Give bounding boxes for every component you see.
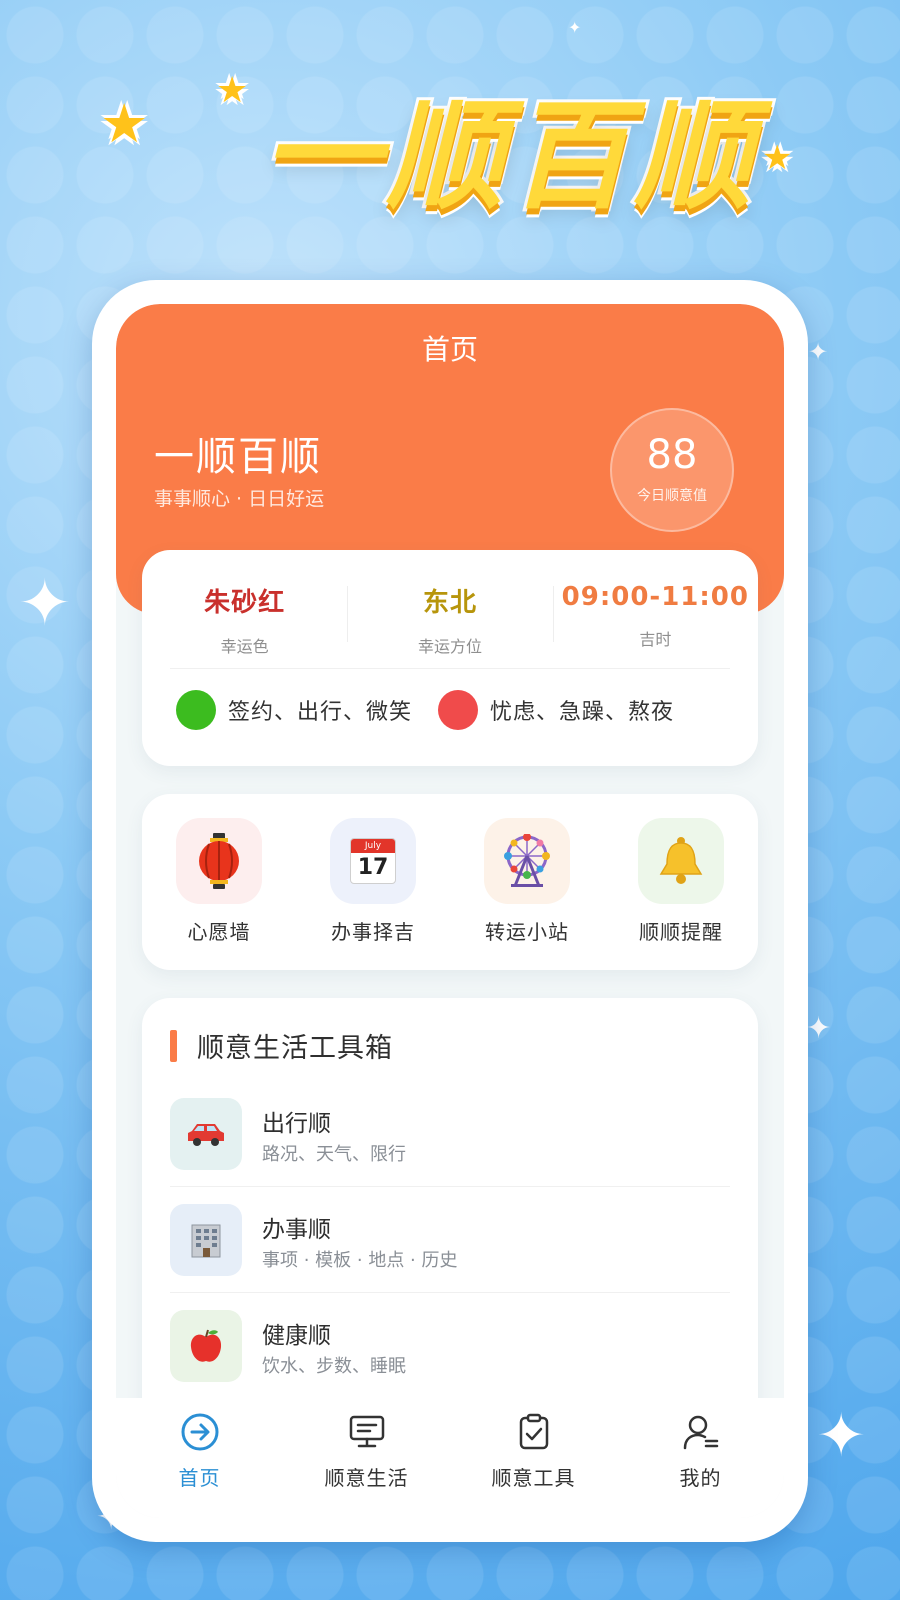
- ferris-wheel-icon: [484, 818, 570, 904]
- sparkle-icon: ✦: [18, 567, 72, 641]
- divider: [170, 668, 730, 669]
- tab-tools[interactable]: 顺意工具: [450, 1410, 617, 1518]
- monitor-icon: [345, 1410, 389, 1454]
- clipboard-check-icon: [512, 1410, 556, 1454]
- quick-label: 办事择吉: [331, 920, 415, 944]
- tab-label: 顺意工具: [491, 1466, 576, 1490]
- calendar-month: July: [351, 839, 395, 853]
- lucky-color: 朱砂红 幸运色: [142, 582, 347, 656]
- score-badge[interactable]: 88 今日顺意值: [610, 408, 734, 532]
- do-dont-row: 签约、出行、微笑 忧虑、急躁、熬夜: [176, 690, 700, 730]
- app-title: 一顺百顺: [154, 434, 322, 480]
- phone-frame: 首页 一顺百顺 事事顺心 · 日日好运 88 今日顺意值 朱砂红 幸运色 东北 …: [92, 280, 808, 1542]
- quick-label: 顺顺提醒: [639, 920, 723, 944]
- sparkle-icon: ✦: [808, 338, 829, 366]
- tab-label: 顺意生活: [324, 1466, 409, 1490]
- tool-name: 出行顺: [262, 1111, 331, 1137]
- bottom-tab-bar: 首页 顺意生活 顺意工具 我的: [116, 1398, 784, 1518]
- quick-label: 转运小站: [485, 920, 569, 944]
- toolbox-card: 顺意生活工具箱 出行顺 路况、天气、限行 办事顺 事项 · 模板 · 地点 · …: [142, 998, 758, 1438]
- quick-label: 心愿墙: [187, 920, 251, 944]
- tool-item-health[interactable]: 健康顺 饮水、步数、睡眠: [170, 1310, 730, 1410]
- office-building-icon: [170, 1204, 242, 1276]
- tool-desc: 路况、天气、限行: [262, 1144, 406, 1165]
- divider: [170, 1186, 730, 1187]
- calendar-icon: July 17: [330, 818, 416, 904]
- calendar-sheet: July 17: [350, 838, 396, 884]
- quick-reminder[interactable]: 顺顺提醒: [604, 818, 758, 970]
- calendar-day: 17: [357, 855, 389, 880]
- tab-life[interactable]: 顺意生活: [283, 1410, 450, 1518]
- score-value: 88: [646, 432, 698, 478]
- star-icon: ★: [100, 92, 149, 155]
- tool-desc: 饮水、步数、睡眠: [262, 1356, 406, 1377]
- tool-name: 办事顺: [262, 1217, 331, 1243]
- luck-stats: 朱砂红 幸运色 东北 幸运方位 09:00-11:00 吉时: [142, 582, 758, 656]
- tool-item-errands[interactable]: 办事顺 事项 · 模板 · 地点 · 历史: [170, 1204, 730, 1304]
- lucky-time-label: 吉时: [639, 630, 672, 649]
- lucky-direction-label: 幸运方位: [417, 637, 482, 656]
- good-activities: 签约、出行、微笑: [228, 700, 413, 725]
- app-screen: 首页 一顺百顺 事事顺心 · 日日好运 88 今日顺意值 朱砂红 幸运色 东北 …: [116, 304, 784, 1518]
- app-subtitle: 事事顺心 · 日日好运: [154, 488, 325, 510]
- quick-wish-wall[interactable]: 心愿墙: [142, 818, 296, 970]
- user-icon: [679, 1410, 723, 1454]
- nav-title: 首页: [421, 333, 478, 366]
- lucky-time-value: 09:00-11:00: [561, 582, 749, 612]
- tool-item-travel[interactable]: 出行顺 路况、天气、限行: [170, 1098, 730, 1198]
- divider: [170, 1292, 730, 1293]
- bad-dot-icon: [438, 690, 479, 730]
- sparkle-icon: ✦: [816, 1401, 867, 1471]
- apple-icon: [170, 1310, 242, 1382]
- toolbox-title: 顺意生活工具箱: [197, 1033, 393, 1064]
- tool-desc: 事项 · 模板 · 地点 · 历史: [262, 1250, 458, 1271]
- lucky-direction-value: 东北: [422, 588, 477, 618]
- home-arrow-icon: [178, 1410, 222, 1454]
- luck-card: 朱砂红 幸运色 东北 幸运方位 09:00-11:00 吉时 签约、出行、微笑 …: [142, 550, 758, 766]
- quick-actions: 心愿墙 July 17 办事择吉 转运小站 顺顺提醒: [142, 794, 758, 970]
- score-label: 今日顺意值: [637, 488, 707, 504]
- lucky-color-value: 朱砂红: [204, 588, 286, 618]
- sparkle-icon: ✦: [568, 18, 582, 37]
- good-dot-icon: [176, 690, 216, 730]
- quick-auspicious-day[interactable]: July 17 办事择吉: [296, 818, 450, 970]
- tool-name: 健康顺: [262, 1323, 331, 1349]
- quick-luck-station[interactable]: 转运小站: [450, 818, 604, 970]
- tab-me[interactable]: 我的: [617, 1410, 784, 1518]
- lucky-color-label: 幸运色: [220, 637, 269, 656]
- banner: ★ ★ ★ ★ 一顺百顺: [90, 70, 810, 230]
- lucky-direction: 东北 幸运方位: [347, 582, 552, 656]
- tab-label: 首页: [178, 1466, 221, 1490]
- section-marker: [170, 1029, 177, 1062]
- bad-activities: 忧虑、急躁、熬夜: [490, 700, 675, 725]
- lucky-time: 09:00-11:00 吉时: [552, 582, 758, 652]
- tab-label: 我的: [679, 1466, 722, 1490]
- sparkle-icon: ✦: [806, 1011, 832, 1046]
- banner-title: 一顺百顺: [259, 84, 758, 228]
- bell-icon: [638, 818, 724, 904]
- toolbox-header: 顺意生活工具箱: [170, 1026, 393, 1065]
- tab-home[interactable]: 首页: [116, 1410, 283, 1518]
- lantern-icon: [176, 818, 262, 904]
- car-icon: [170, 1098, 242, 1170]
